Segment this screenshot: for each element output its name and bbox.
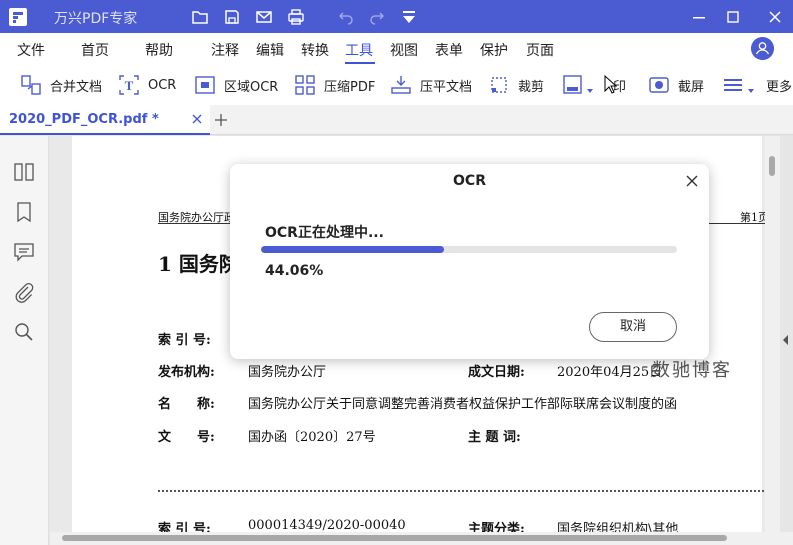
document-tab-bar: 2020_PDF_OCR.pdf *: [0, 105, 793, 135]
row-label: 名 称:: [158, 397, 215, 412]
horizontal-scrollbar[interactable]: [50, 532, 793, 545]
screenshot-icon: [649, 77, 669, 93]
user-avatar-icon[interactable]: [751, 37, 774, 60]
row-label: 索 引 号:: [158, 333, 211, 348]
flatten-label: 压平文档: [420, 79, 473, 95]
area-ocr-label: 区域OCR: [224, 79, 279, 95]
menu-protect[interactable]: 保护: [480, 40, 508, 60]
watermark: 数驰博客: [652, 360, 732, 381]
compress-label: 压缩PDF: [324, 79, 376, 95]
dialog-title: OCR: [453, 173, 486, 189]
flatten-document-button[interactable]: 压平文档: [390, 74, 472, 96]
menu-view[interactable]: 视图: [390, 40, 418, 60]
list-dropdown-button[interactable]: [722, 74, 758, 96]
merge-documents-button[interactable]: 合并文档: [20, 74, 102, 96]
menu-comment[interactable]: 注释: [211, 40, 239, 60]
merge-icon: [21, 75, 41, 95]
crop-label: 裁剪: [518, 79, 545, 95]
save-icon[interactable]: [222, 7, 242, 27]
screenshot-button[interactable]: 截屏: [648, 74, 704, 96]
customize-dropdown-icon[interactable]: [399, 7, 419, 27]
folder-icon[interactable]: [190, 7, 210, 27]
menu-convert[interactable]: 转换: [301, 40, 329, 60]
row-label: 主题分类:: [468, 522, 525, 532]
tab-2020-pdf-ocr[interactable]: 2020_PDF_OCR.pdf *: [0, 105, 210, 135]
ocr-status-text: OCR正在处理中...: [265, 225, 384, 241]
menu-bar: 文件 首页 帮助 注释 编辑 转换 工具 视图 表单 保护 页面: [0, 33, 793, 65]
app-title: 万兴PDF专家: [54, 11, 138, 27]
page-dropdown-button[interactable]: [562, 74, 596, 96]
thumbnails-icon[interactable]: [13, 161, 35, 183]
more-icon: [757, 74, 758, 96]
row-label: 索 引 号:: [158, 522, 211, 532]
ocr-progress-bar: [261, 246, 677, 253]
add-tab-icon[interactable]: [214, 113, 228, 127]
print-icon[interactable]: [286, 7, 306, 27]
left-side-panel: [0, 136, 49, 545]
collapse-right-panel-icon[interactable]: [782, 334, 790, 346]
tab-title: 2020_PDF_OCR.pdf *: [9, 112, 159, 127]
mouse-cursor-icon: [604, 75, 618, 94]
tools-ribbon: 合并文档 T OCR 区域OCR 压缩PDF 压平文档 裁剪 印 截屏 更多: [0, 65, 793, 105]
close-tab-icon[interactable]: [191, 113, 203, 125]
attachment-icon[interactable]: [13, 281, 35, 303]
ocr-progress-fill: [261, 246, 445, 253]
active-menu-indicator: [345, 62, 375, 64]
row-value: 国务院办公厅关于同意调整完善消费者权益保护工作部际联席会议制度的函: [248, 397, 678, 412]
redo-icon[interactable]: [367, 7, 387, 27]
menu-page[interactable]: 页面: [526, 40, 554, 60]
compress-pdf-button[interactable]: 压缩PDF: [294, 74, 375, 96]
area-ocr-icon: [195, 76, 215, 94]
mail-icon[interactable]: [254, 7, 274, 27]
row-label: 主 题 词:: [468, 430, 521, 445]
vertical-scrollbar[interactable]: [765, 136, 780, 532]
ocr-label: OCR: [148, 77, 177, 93]
horizontal-scroll-thumb[interactable]: [62, 535, 727, 541]
page-heading: 1 国务院: [158, 252, 239, 276]
row-label: 成文日期:: [468, 365, 525, 380]
crop-button[interactable]: 裁剪: [488, 74, 544, 96]
ocr-progress-percent: 44.06%: [265, 263, 324, 279]
row-value: 国办函〔2020〕27号: [248, 430, 376, 445]
row-value: 国务院办公厅: [248, 365, 327, 380]
flatten-icon: [391, 76, 411, 94]
menu-help[interactable]: 帮助: [145, 40, 173, 60]
area-ocr-button[interactable]: 区域OCR: [194, 74, 278, 96]
row-value: 000014349/2020-00040: [248, 518, 406, 532]
close-dialog-icon[interactable]: [685, 174, 699, 188]
comment-icon[interactable]: [13, 241, 35, 263]
screenshot-label: 截屏: [678, 79, 705, 95]
more-label: 更多: [766, 79, 793, 95]
title-bar: 万兴PDF专家: [0, 0, 793, 33]
ocr-button[interactable]: T OCR: [118, 74, 176, 96]
merge-label: 合并文档: [50, 79, 103, 95]
list-dropdown-icon: [724, 79, 754, 93]
ocr-icon: T: [119, 75, 139, 95]
row-label: 文 号:: [158, 430, 215, 445]
row-label: 发布机构:: [158, 365, 215, 380]
ocr-progress-dialog: OCR OCR正在处理中... 44.06% 取消: [230, 164, 709, 359]
maximize-icon[interactable]: [722, 6, 744, 28]
row-value: 国务院组织机构\其他: [557, 522, 679, 532]
menu-tools[interactable]: 工具: [345, 40, 373, 60]
compress-icon: [295, 75, 315, 95]
row-value: 2020年04月25日: [557, 365, 663, 380]
cancel-button[interactable]: 取消: [589, 312, 677, 342]
svg-text:T: T: [125, 78, 134, 93]
more-tools-button[interactable]: 更多: [757, 74, 792, 96]
close-window-icon[interactable]: [764, 6, 786, 28]
menu-form[interactable]: 表单: [435, 40, 463, 60]
menu-edit[interactable]: 编辑: [256, 40, 284, 60]
page-dropdown-icon: [563, 75, 593, 94]
bookmark-icon[interactable]: [13, 201, 35, 223]
menu-file[interactable]: 文件: [17, 40, 45, 60]
search-icon[interactable]: [13, 321, 35, 343]
undo-icon[interactable]: [336, 7, 356, 27]
menu-home[interactable]: 首页: [81, 40, 109, 60]
minimize-icon[interactable]: [688, 6, 710, 28]
dotted-separator: [158, 490, 768, 492]
app-logo-icon: [9, 8, 27, 26]
crop-icon: [491, 77, 507, 93]
vertical-scroll-thumb[interactable]: [769, 156, 775, 176]
